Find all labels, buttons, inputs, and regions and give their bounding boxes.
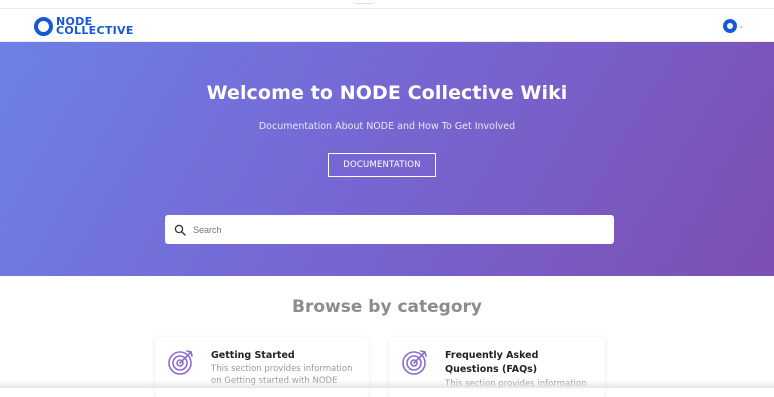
target-icon [401, 348, 429, 376]
target-icon [167, 348, 195, 376]
documentation-button[interactable]: DOCUMENTATION [328, 153, 436, 177]
avatar-icon [723, 19, 738, 33]
user-menu[interactable]: ⌄ [723, 19, 744, 33]
search-icon [174, 224, 186, 236]
logo-ring-icon [34, 16, 53, 36]
search-bar[interactable] [165, 215, 614, 244]
card-description: This section provides information [445, 379, 587, 389]
chevron-down-icon: ⌄ [738, 22, 744, 30]
site-logo[interactable]: NODE COLLECTIVE [34, 14, 134, 38]
hero-title: Welcome to NODE Collective Wiki [206, 82, 568, 104]
card-title: Getting Started [211, 350, 295, 361]
category-card-getting-started[interactable]: Getting Started This section provides in… [155, 337, 369, 397]
logo-text: NODE COLLECTIVE [56, 16, 134, 37]
card-description: This section provides information on Get… [211, 364, 353, 386]
category-card-faqs[interactable]: Frequently Asked Questions (FAQs) This s… [389, 337, 605, 397]
hero-banner: Welcome to NODE Collective Wiki Document… [0, 42, 774, 276]
search-input[interactable] [191, 223, 591, 236]
hero-subtitle: Documentation About NODE and How To Get … [258, 121, 516, 132]
site-header: NODE COLLECTIVE ⌄ [0, 8, 774, 42]
logo-line-2: COLLECTIVE [56, 24, 134, 37]
top-notch [352, 0, 376, 4]
card-title: Frequently Asked Questions (FAQs) [445, 350, 539, 375]
bottom-fade [0, 380, 774, 388]
browser-top-edge [0, 0, 774, 8]
browse-title: Browse by category [292, 297, 482, 317]
